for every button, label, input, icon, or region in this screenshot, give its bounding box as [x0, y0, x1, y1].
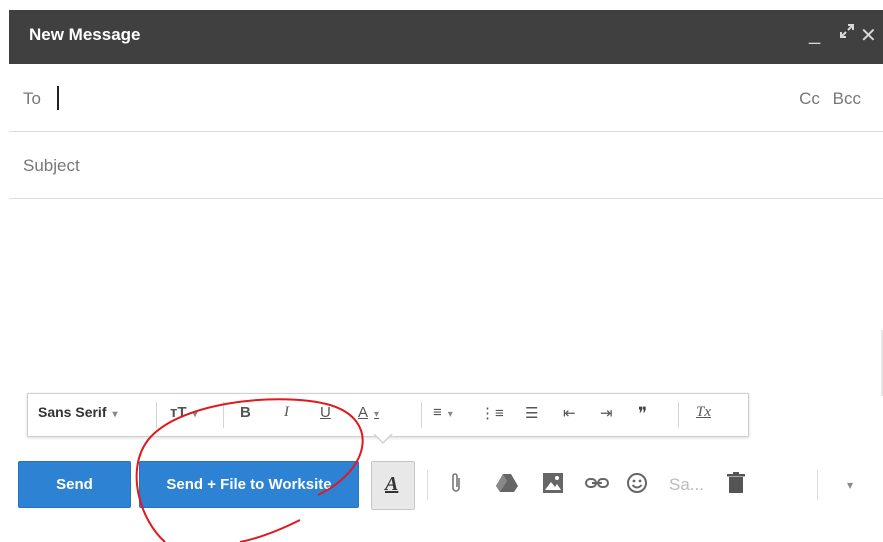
bold-button[interactable]: B — [240, 404, 251, 421]
chevron-down-icon: ▾ — [112, 409, 118, 420]
text-size-icon: ᴛT — [170, 404, 187, 421]
to-label: To — [23, 89, 41, 108]
font-family-label: Sans Serif — [38, 404, 107, 420]
separator — [427, 470, 428, 500]
indent-less-button[interactable]: ⇤ — [563, 404, 576, 422]
font-family-select[interactable]: Sans Serif ▾ — [38, 404, 118, 420]
send-file-to-worksite-button[interactable]: Send + File to Worksite — [139, 461, 359, 508]
align-button[interactable]: ≡ ▾ — [433, 404, 453, 421]
emoji-icon[interactable] — [626, 472, 648, 500]
bulleted-list-button[interactable]: ☰ — [525, 404, 538, 422]
title-bar: New Message _ ✕ — [9, 10, 883, 64]
chevron-down-icon: ▾ — [374, 409, 380, 420]
align-icon: ≡ — [433, 404, 442, 421]
minimize-icon[interactable]: _ — [809, 23, 820, 46]
link-icon[interactable] — [584, 472, 610, 500]
formatting-toolbar: Sans Serif ▾ ᴛT ▾ B I U A ▾ ≡ ▾ ⋮≡ ☰ ⇤ ⇥ ❞ T… — [27, 393, 749, 437]
expand-icon[interactable] — [838, 22, 856, 46]
indent-more-button[interactable]: ⇥ — [600, 404, 613, 422]
cc-bcc-links: Cc Bcc — [791, 89, 861, 109]
subject-placeholder: Subject — [23, 156, 80, 175]
cc-link[interactable]: Cc — [799, 89, 820, 108]
drive-icon[interactable] — [495, 472, 519, 500]
chevron-down-icon: ▾ — [447, 409, 453, 420]
separator — [421, 402, 422, 428]
formatting-options-button[interactable]: A — [371, 461, 415, 510]
toolbar-pointer-fill — [374, 433, 392, 442]
photo-icon[interactable] — [542, 472, 564, 500]
to-field[interactable]: To Cc Bcc — [9, 65, 883, 132]
chevron-down-icon: ▾ — [192, 409, 198, 420]
more-options-button[interactable]: ▾ — [847, 478, 853, 492]
paperclip-icon[interactable] — [449, 472, 463, 500]
bcc-link[interactable]: Bcc — [833, 89, 861, 108]
window-title: New Message — [29, 25, 141, 44]
signature-select[interactable]: Sa... — [669, 475, 704, 495]
subject-field[interactable]: Subject — [9, 132, 883, 199]
text-color-icon: A — [358, 404, 369, 421]
send-button[interactable]: Send — [18, 461, 131, 508]
numbered-list-button[interactable]: ⋮≡ — [480, 404, 504, 422]
message-body[interactable] — [9, 199, 883, 389]
italic-button[interactable]: I — [284, 404, 289, 421]
separator — [156, 402, 157, 428]
remove-formatting-button[interactable]: Tx — [696, 404, 711, 421]
font-size-select[interactable]: ᴛT ▾ — [170, 404, 198, 421]
compose-window: New Message _ ✕ To Cc Bcc Subject Sans S… — [9, 10, 883, 542]
text-color-button[interactable]: A ▾ — [358, 404, 379, 421]
quote-button[interactable]: ❞ — [638, 404, 647, 424]
text-cursor — [57, 86, 59, 110]
formatting-icon: A — [385, 473, 399, 495]
separator — [678, 402, 679, 428]
close-icon[interactable]: ✕ — [860, 23, 877, 48]
trash-icon[interactable] — [727, 472, 745, 500]
separator — [223, 402, 224, 428]
separator — [817, 470, 818, 500]
underline-button[interactable]: U — [320, 404, 331, 421]
